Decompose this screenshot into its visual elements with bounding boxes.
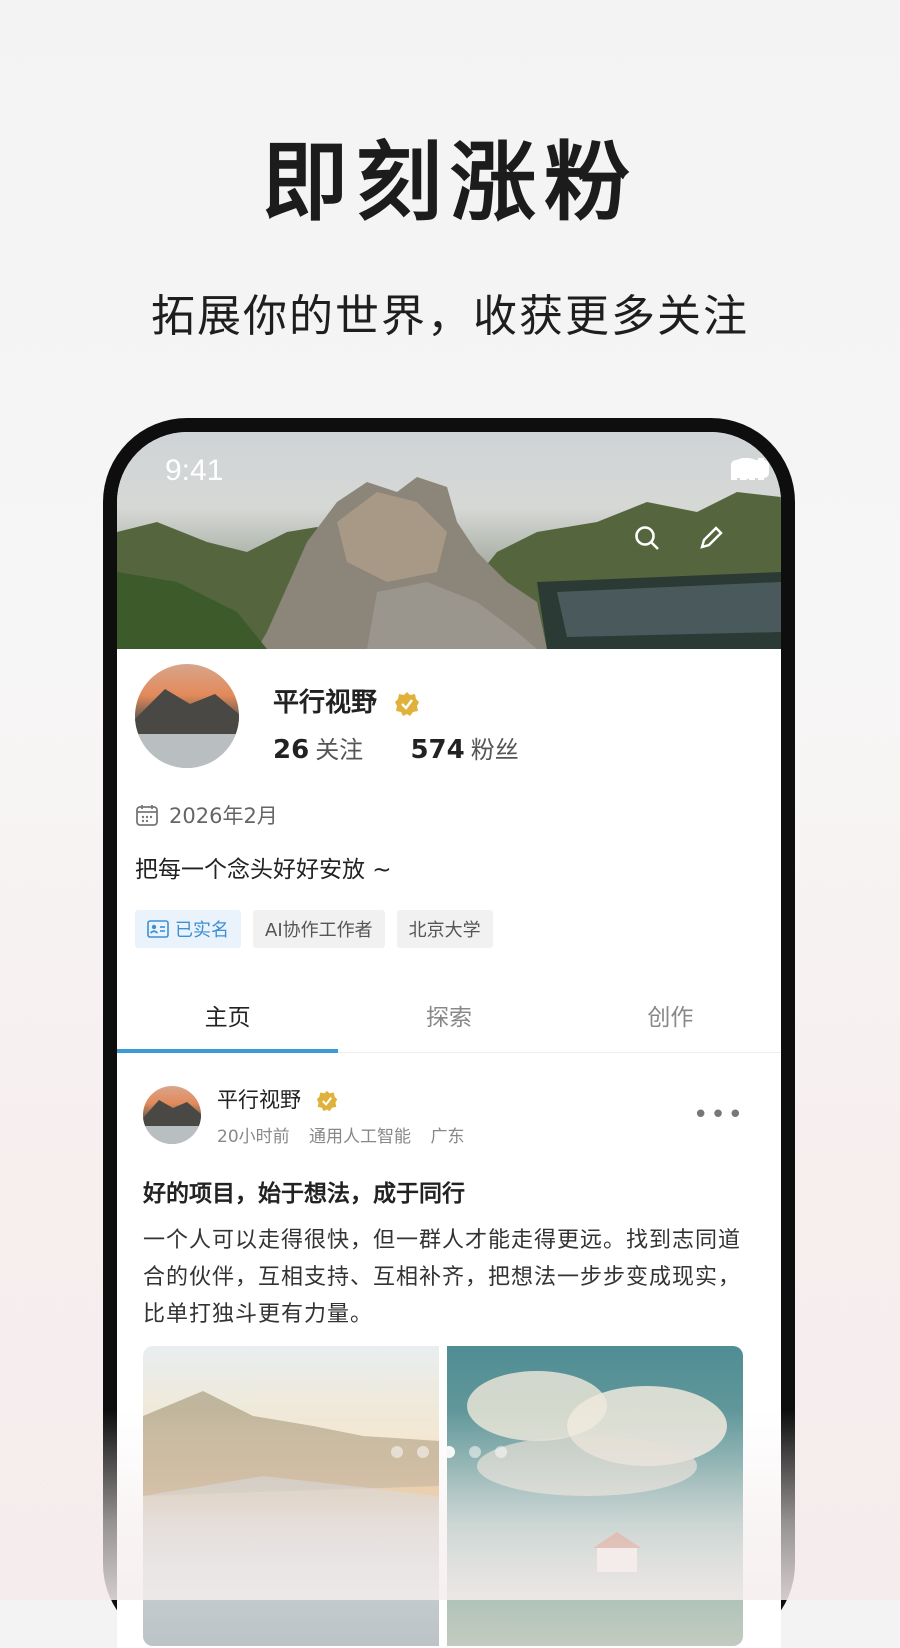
post-topic[interactable]: 通用人工智能: [309, 1127, 411, 1147]
tag-verified-label: 已实名: [175, 920, 229, 941]
verified-badge-icon: [395, 691, 420, 716]
more-options-icon[interactable]: •••: [693, 1100, 745, 1130]
profile-banner: 9:41: [117, 432, 781, 649]
profile-tags: 已实名 AI协作工作者 北京大学: [135, 910, 493, 948]
headline: 即刻涨粉: [262, 133, 638, 233]
post-author-name: 平行视野: [217, 1088, 301, 1112]
tag-school[interactable]: 北京大学: [396, 910, 493, 948]
edit-button[interactable]: [697, 524, 745, 572]
status-time: 9:41: [165, 454, 224, 487]
pencil-icon: [700, 526, 723, 549]
tab-home[interactable]: 主页: [117, 988, 339, 1053]
search-button[interactable]: [633, 524, 681, 572]
verified-badge-icon: [316, 1090, 337, 1112]
profile-stats: 26 关注 574 粉丝: [273, 730, 519, 765]
post-avatar-image: [143, 1100, 201, 1144]
tab-explore[interactable]: 探索: [338, 988, 559, 1052]
post-author[interactable]: 平行视野: [217, 1084, 338, 1114]
bottom-fade-overlay: [0, 1410, 900, 1600]
joined-date: 2026年2月: [135, 800, 278, 830]
subline: 拓展你的世界，收获更多关注: [151, 291, 749, 342]
profile-name-text: 平行视野: [273, 688, 378, 718]
id-card-icon: [147, 920, 169, 938]
battery-icon: [731, 460, 769, 478]
search-icon: [635, 526, 659, 550]
post-title: 好的项目，始于想法，成于同行: [143, 1181, 465, 1207]
tab-create[interactable]: 创作: [560, 988, 781, 1052]
post-time: 20小时前: [217, 1127, 290, 1147]
tag-occupation[interactable]: AI协作工作者: [253, 910, 385, 948]
tag-verified-identity[interactable]: 已实名: [135, 910, 241, 948]
following-label[interactable]: 关注: [315, 736, 363, 764]
profile-avatar[interactable]: [135, 664, 239, 768]
following-count[interactable]: 26: [273, 735, 309, 765]
post-meta: 20小时前 通用人工智能 广东: [217, 1122, 478, 1147]
post-location: 广东: [430, 1127, 465, 1147]
avatar-image: [135, 689, 239, 768]
profile-bio: 把每一个念头好好安放 ~: [135, 857, 392, 883]
profile-tabs: 主页 探索 创作: [117, 988, 781, 1053]
followers-count[interactable]: 574: [410, 735, 464, 765]
followers-label[interactable]: 粉丝: [471, 736, 519, 764]
calendar-icon: [136, 805, 158, 826]
profile-name: 平行视野: [273, 682, 420, 719]
joined-text: 2026年2月: [169, 804, 278, 828]
post-author-avatar[interactable]: [143, 1086, 201, 1144]
post-body: 一个人可以走得很快，但一群人才能走得更远。找到志同道合的伙伴，互相支持、互相补齐…: [143, 1228, 742, 1327]
